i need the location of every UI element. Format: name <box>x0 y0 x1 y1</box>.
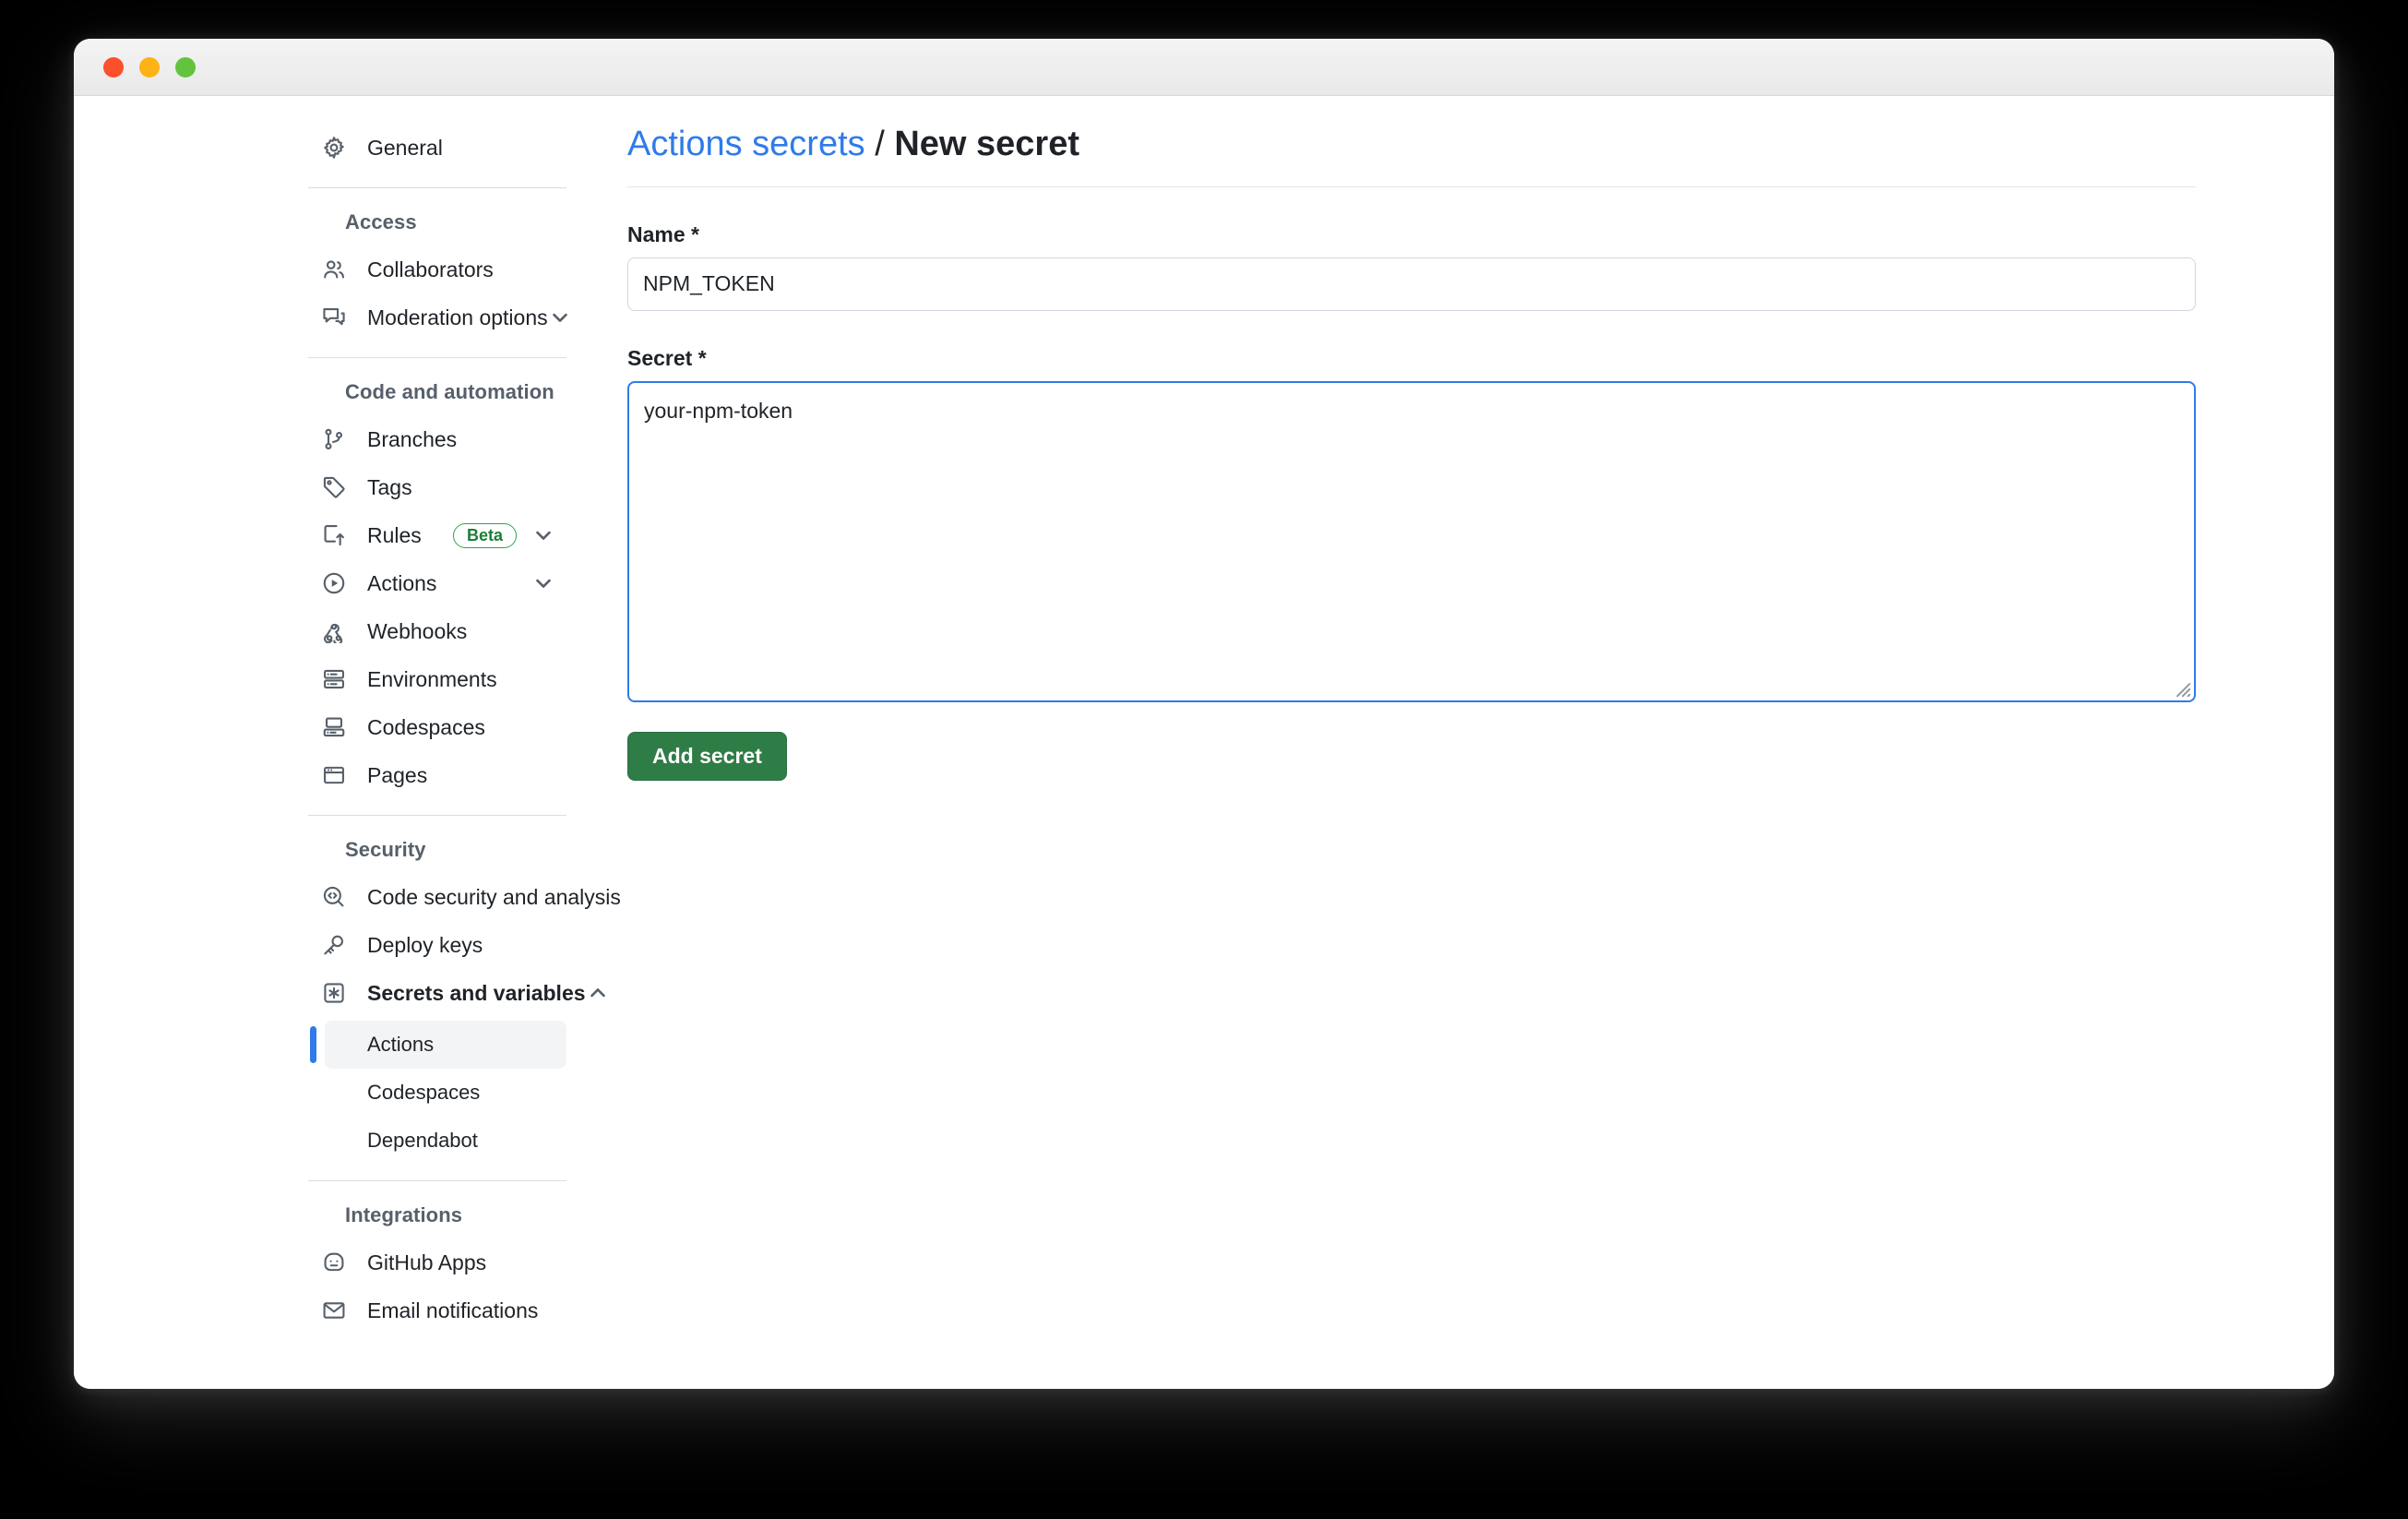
sidebar-item-label: Code security and analysis <box>367 884 621 909</box>
sidebar-item-label: Email notifications <box>367 1298 539 1322</box>
main-content: Actions secrets / New secret Name * Secr… <box>627 124 2334 1389</box>
sidebar-item-label: Deploy keys <box>367 932 483 957</box>
secret-textarea-wrapper <box>627 380 2196 702</box>
sidebar-subitem-actions[interactable]: Actions <box>310 1021 566 1069</box>
sidebar-item-label: Secrets and variables <box>367 980 586 1005</box>
settings-sidebar: General Access Collaborators Moderation … <box>74 124 627 1389</box>
sidebar-item-deploy-keys[interactable]: Deploy keys <box>308 921 566 969</box>
sidebar-divider <box>308 1180 566 1181</box>
play-circle-icon <box>321 570 347 596</box>
sidebar-section-code-and-automation: Code and automation Branches Tags Rules … <box>308 375 566 799</box>
comment-discussion-icon <box>321 305 347 330</box>
sidebar-section-integrations: Integrations GitHub Apps Email notificat… <box>308 1198 566 1334</box>
secret-name-input[interactable] <box>627 257 2196 311</box>
code-scan-icon <box>321 884 347 910</box>
sidebar-item-label: Branches <box>367 426 458 451</box>
sidebar-subitem-label: Actions <box>367 1033 435 1056</box>
git-branch-icon <box>321 426 347 452</box>
sidebar-item-branches[interactable]: Branches <box>308 415 566 463</box>
chevron-up-icon[interactable] <box>586 981 610 1005</box>
sidebar-item-label: Moderation options <box>367 305 548 329</box>
sidebar-item-label: GitHub Apps <box>367 1250 487 1274</box>
secret-field-label: Secret * <box>627 345 707 370</box>
github-apps-icon <box>321 1250 347 1275</box>
chevron-down-icon[interactable] <box>531 571 555 595</box>
sidebar-item-email-notifications[interactable]: Email notifications <box>308 1286 566 1334</box>
sidebar-item-github-apps[interactable]: GitHub Apps <box>308 1238 566 1286</box>
codespaces-icon <box>321 714 347 740</box>
chevron-down-icon[interactable] <box>548 305 572 329</box>
sidebar-item-rules[interactable]: Rules Beta <box>308 511 566 559</box>
sidebar-item-codespaces[interactable]: Codespaces <box>308 703 566 751</box>
people-icon <box>321 257 347 282</box>
sidebar-section-title: Code and automation <box>345 380 554 403</box>
gear-icon <box>321 135 347 161</box>
mail-icon <box>321 1298 347 1323</box>
webhook-icon <box>321 618 347 644</box>
sidebar-item-label: Collaborators <box>367 257 494 281</box>
browser-icon <box>321 762 347 788</box>
breadcrumb: Actions secrets / New secret <box>627 124 2196 187</box>
sidebar-item-label: Rules <box>367 522 422 547</box>
secrets-subnav: Actions Codespaces Dependabot <box>308 1021 566 1165</box>
traffic-light-group <box>103 56 196 78</box>
sidebar-item-actions[interactable]: Actions <box>308 559 566 607</box>
maximize-window-button[interactable] <box>175 56 196 78</box>
sidebar-divider <box>308 815 566 816</box>
sidebar-subitem-codespaces[interactable]: Codespaces <box>325 1069 566 1117</box>
sidebar-section-title: Security <box>345 838 426 861</box>
key-icon <box>321 932 347 958</box>
sidebar-item-webhooks[interactable]: Webhooks <box>308 607 566 655</box>
sidebar-item-code-security-and-analysis[interactable]: Code security and analysis <box>308 873 621 921</box>
breadcrumb-separator: / <box>875 125 885 163</box>
beta-badge: Beta <box>452 522 517 548</box>
server-icon <box>321 666 347 692</box>
page-title: New secret <box>894 125 1080 163</box>
sidebar-section-title: Integrations <box>345 1203 463 1226</box>
minimize-window-button[interactable] <box>139 56 160 78</box>
sidebar-subitem-label: Dependabot <box>367 1129 478 1152</box>
sidebar-section-security: Security Code security and analysis Depl… <box>308 832 621 1165</box>
sidebar-subitem-dependabot[interactable]: Dependabot <box>325 1117 566 1165</box>
sidebar-section-title: Access <box>345 210 417 233</box>
sidebar-item-label: General <box>367 135 443 160</box>
add-secret-button[interactable]: Add secret <box>627 731 787 781</box>
breadcrumb-parent-link[interactable]: Actions secrets <box>627 125 865 163</box>
sidebar-divider <box>308 357 566 358</box>
close-window-button[interactable] <box>103 56 124 78</box>
sidebar-item-collaborators[interactable]: Collaborators <box>308 245 566 293</box>
rules-icon <box>321 522 347 548</box>
sidebar-item-tags[interactable]: Tags <box>308 463 566 511</box>
sidebar-item-environments[interactable]: Environments <box>308 655 566 703</box>
tag-icon <box>321 474 347 500</box>
browser-window: General Access Collaborators Moderation … <box>74 39 2334 1389</box>
asterisk-box-icon <box>321 980 347 1006</box>
sidebar-item-label: Tags <box>367 474 412 499</box>
sidebar-item-label: Pages <box>367 762 428 787</box>
sidebar-section-access: Access Collaborators Moderation options <box>308 205 567 341</box>
sidebar-item-label: Webhooks <box>367 618 468 643</box>
window-titlebar <box>74 39 2334 96</box>
sidebar-item-general[interactable]: General <box>308 124 566 172</box>
sidebar-item-secrets-and-variables[interactable]: Secrets and variables <box>308 969 605 1017</box>
sidebar-item-label: Codespaces <box>367 714 485 739</box>
sidebar-item-moderation-options[interactable]: Moderation options <box>308 293 567 341</box>
sidebar-item-pages[interactable]: Pages <box>308 751 566 799</box>
sidebar-item-label: Environments <box>367 666 497 691</box>
sidebar-divider <box>308 187 566 188</box>
sidebar-subitem-label: Codespaces <box>367 1081 481 1104</box>
page-body: General Access Collaborators Moderation … <box>74 96 2334 1389</box>
secret-value-textarea[interactable] <box>627 380 2196 702</box>
active-indicator-bar <box>310 1026 316 1063</box>
sidebar-item-label: Actions <box>367 570 437 595</box>
name-field-label: Name * <box>627 221 699 246</box>
chevron-down-icon[interactable] <box>531 523 555 547</box>
